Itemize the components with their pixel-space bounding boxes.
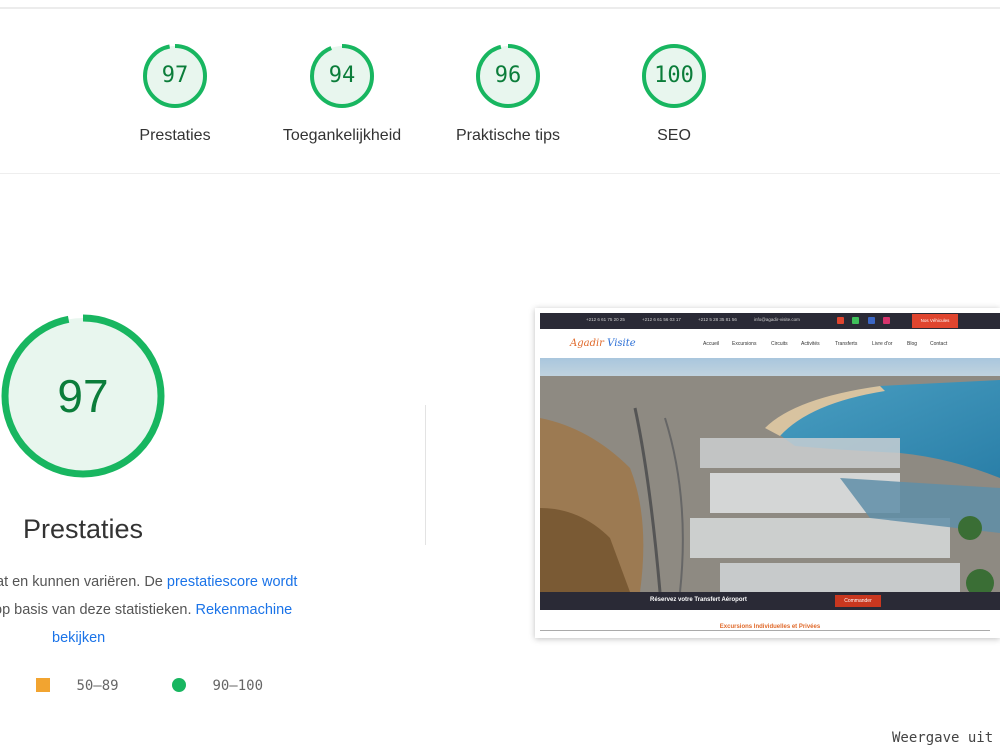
performance-score-large: 97 [57, 370, 109, 422]
email: info@agadir-visite.com [754, 317, 800, 322]
green-circle-icon [172, 678, 186, 692]
city-photo-image [540, 358, 1000, 592]
summary-divider [0, 173, 1000, 174]
nav-activites: Activités [801, 341, 820, 347]
performance-description-line3: bekijken [52, 624, 105, 652]
order-button: Commander [835, 595, 881, 607]
nav-livre: Livre d'or [872, 341, 893, 347]
legend-good: 90–100 [172, 678, 263, 694]
nav-accueil: Accueil [703, 341, 720, 347]
top-divider [0, 7, 1000, 9]
legend-average: 50–89 [36, 678, 119, 694]
gauge-score: 97 [161, 63, 189, 88]
booking-text: Réservez votre Transfert Aéroport [650, 597, 747, 603]
agadir-city-photo [540, 358, 1000, 592]
gauge-accessibility[interactable]: 94 Toegankelijkheid [267, 42, 417, 145]
vehicles-button: Nos Véhicules [912, 314, 958, 328]
performance-score-link[interactable]: prestatiescore wordt [167, 574, 298, 590]
legend-average-label: 50–89 [76, 678, 119, 694]
gauge-label: Toegankelijkheid [282, 127, 402, 144]
performance-description-line2: op basis van deze statistieken. Rekenmac… [0, 596, 292, 624]
view-treemap-link[interactable]: Weergave uit [892, 730, 993, 746]
gauge-label: SEO [657, 127, 691, 144]
screenshot-navbar: Agadir Visite Accueil Excursions Circuit… [540, 330, 1000, 358]
phone-1: +212 6 61 75 20 25 [586, 317, 625, 322]
gauge-score: 96 [494, 63, 522, 88]
booking-bar: Réservez votre Transfert Aéroport Comman… [540, 592, 1000, 610]
performance-title: Prestaties [22, 514, 144, 544]
legend-good-label: 90–100 [212, 678, 264, 694]
logo-part1: Agadir [570, 338, 604, 349]
nav-contact: Contact [930, 341, 948, 347]
gauge-performance[interactable]: 97 Prestaties [100, 42, 250, 145]
gauge-label: Praktische tips [455, 127, 561, 144]
logo-part2: Visite [607, 338, 636, 349]
facebook-icon [868, 317, 875, 324]
performance-description-line1: at en kunnen variëren. De prestatiescore… [0, 568, 297, 596]
gauge-best-practices[interactable]: 96 Praktische tips [433, 42, 583, 145]
vertical-divider [425, 405, 426, 545]
gauge-score: 100 [654, 63, 694, 88]
page-screenshot: +212 6 61 75 20 25 +212 6 61 56 03 17 +2… [535, 308, 1000, 638]
nav-transferts: Transferts [835, 341, 858, 347]
calculator-link[interactable]: Rekenmachine [196, 602, 293, 618]
calculator-link-continued[interactable]: bekijken [52, 630, 105, 646]
heading-underline [540, 630, 990, 631]
screenshot-topbar: +212 6 61 75 20 25 +212 6 61 56 03 17 +2… [540, 313, 1000, 329]
location-icon [837, 317, 844, 324]
nav-blog: Blog [907, 341, 918, 347]
agadir-visite-logo: Agadir Visite [570, 338, 636, 349]
nav-excursions: Excursions [732, 341, 757, 347]
description-text: at en kunnen variëren. De [0, 574, 167, 590]
whatsapp-icon [852, 317, 859, 324]
gauge-label: Prestaties [139, 127, 211, 144]
performance-gauge-large: 97 [0, 313, 168, 483]
phone-2: +212 6 61 56 03 17 [642, 317, 681, 322]
gauge-score: 94 [328, 63, 356, 88]
instagram-icon [883, 317, 890, 324]
description-text: op basis van deze statistieken. [0, 602, 196, 618]
gauge-seo[interactable]: 100 SEO [599, 42, 749, 145]
phone-3: +212 5 28 35 81 56 [698, 317, 737, 322]
orange-square-icon [36, 678, 50, 692]
nav-circuits: Circuits [771, 341, 788, 347]
